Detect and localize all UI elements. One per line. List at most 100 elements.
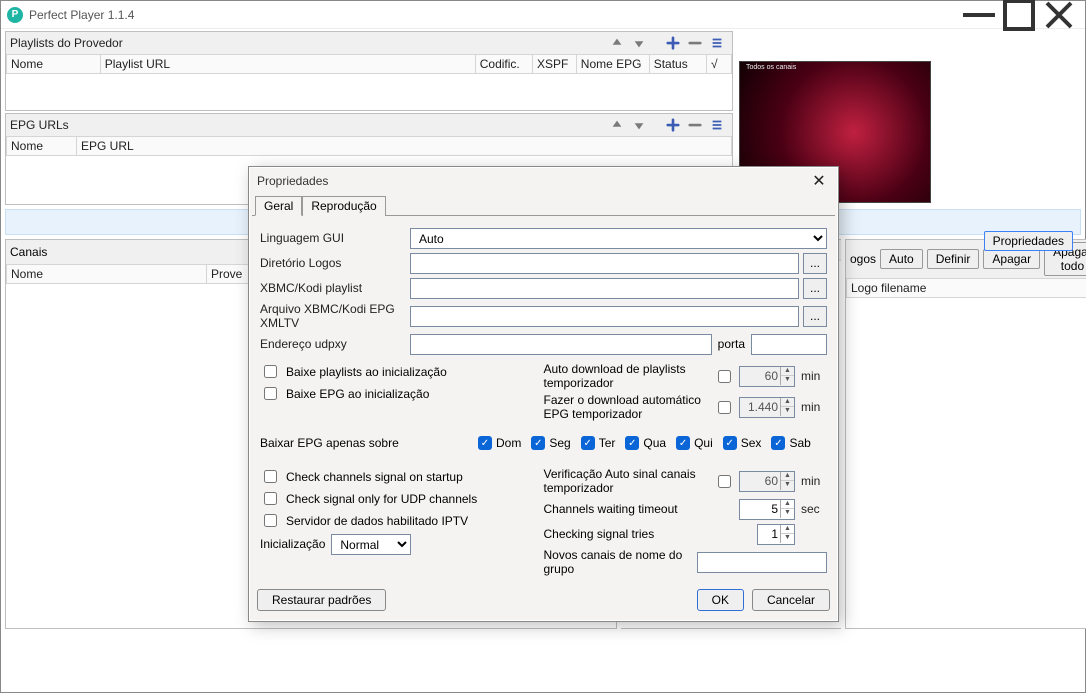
udpxy-input[interactable] — [410, 334, 712, 355]
logos-table: Logo filename — [846, 278, 1086, 298]
label-kodi-epg: Arquivo XBMC/Kodi EPG XMLTV — [260, 302, 410, 330]
tab-reproducao[interactable]: Reprodução — [302, 196, 385, 216]
label-epg-days: Baixar EPG apenas sobre — [260, 436, 478, 450]
providers-table: Nome Playlist URL Codific. XSPF Nome EPG… — [6, 54, 732, 74]
th-epg-nome[interactable]: Nome — [7, 137, 77, 156]
th-codific[interactable]: Codific. — [475, 55, 532, 74]
label-porta: porta — [718, 337, 745, 351]
auto-pl-timer-spinner[interactable]: ▲▼ — [739, 366, 795, 387]
verif-auto-spinner[interactable]: ▲▼ — [739, 471, 795, 492]
maximize-button[interactable] — [999, 1, 1039, 29]
channels-title: Canais — [10, 245, 47, 259]
label-auto-epg-timer: Fazer o download automático EPG temporiz… — [544, 393, 715, 421]
label-auto-pl-timer: Auto download de playlists temporizador — [544, 362, 715, 390]
verif-auto-checkbox[interactable] — [718, 475, 731, 488]
browse-kodi-epg-button[interactable]: ... — [803, 306, 827, 327]
add-icon[interactable] — [662, 34, 684, 52]
app-icon: P — [7, 7, 23, 23]
propriedades-button[interactable]: Propriedades — [984, 231, 1073, 251]
wait-timeout-spinner[interactable]: ▲▼ — [739, 499, 795, 520]
th-url[interactable]: Playlist URL — [100, 55, 475, 74]
baixar-epg-checkbox[interactable] — [264, 387, 277, 400]
move-up-icon[interactable] — [606, 34, 628, 52]
logos-dir-input[interactable] — [410, 253, 799, 274]
th-nome-epg[interactable]: Nome EPG — [576, 55, 649, 74]
day-qui-checkbox[interactable]: ✓ — [676, 436, 690, 450]
remove-icon[interactable] — [684, 34, 706, 52]
epg-table: Nome EPG URL — [6, 136, 732, 156]
signal-tries-spinner[interactable]: ▲▼ — [757, 524, 795, 545]
label-verif-auto: Verificação Auto sinal canais temporizad… — [544, 467, 715, 495]
label-wait-timeout: Channels waiting timeout — [544, 502, 740, 516]
label-baixar-pl: Baixe playlists ao inicialização — [286, 365, 447, 379]
move-up-icon[interactable] — [606, 116, 628, 134]
unit-min: min — [801, 400, 827, 414]
move-down-icon[interactable] — [628, 34, 650, 52]
th-chan-nome[interactable]: Nome — [7, 265, 207, 284]
label-kodi-playlist: XBMC/Kodi playlist — [260, 281, 410, 295]
day-ter-checkbox[interactable]: ✓ — [581, 436, 595, 450]
preview-overlay: Todos os canais — [746, 64, 796, 71]
th-logo-filename[interactable]: Logo filename — [847, 279, 1086, 298]
check-signal-checkbox[interactable] — [264, 470, 277, 483]
label-logos-dir: Diretório Logos — [260, 256, 410, 270]
apagar-button[interactable]: Apagar — [983, 249, 1040, 269]
providers-section: Playlists do Provedor Nome Playlist URL … — [5, 31, 733, 111]
th-nome[interactable]: Nome — [7, 55, 101, 74]
auto-button[interactable]: Auto — [880, 249, 923, 269]
browse-kodi-playlist-button[interactable]: ... — [803, 278, 827, 299]
day-sex-checkbox[interactable]: ✓ — [723, 436, 737, 450]
minimize-button[interactable] — [959, 1, 999, 29]
day-qua-checkbox[interactable]: ✓ — [625, 436, 639, 450]
auto-epg-timer-spinner[interactable]: ▲▼ — [739, 397, 795, 418]
init-select[interactable]: Normal — [331, 534, 411, 555]
restore-defaults-button[interactable]: Restaurar padrões — [257, 589, 386, 611]
label-iptv: Servidor de dados habilitado IPTV — [286, 514, 468, 528]
label-udpxy: Endereço udpxy — [260, 337, 410, 351]
ok-button[interactable]: OK — [697, 589, 744, 611]
browse-logos-button[interactable]: ... — [803, 253, 827, 274]
close-button[interactable] — [1039, 1, 1079, 29]
th-status[interactable]: Status — [649, 55, 706, 74]
label-baixar-epg: Baixe EPG ao inicialização — [286, 387, 429, 401]
auto-epg-timer-checkbox[interactable] — [718, 401, 731, 414]
label-gui-lang: Linguagem GUI — [260, 231, 410, 245]
check-udp-checkbox[interactable] — [264, 492, 277, 505]
menu-icon[interactable] — [706, 34, 728, 52]
new-group-input[interactable] — [697, 552, 827, 573]
logos-title: ogos — [850, 252, 876, 266]
porta-input[interactable] — [751, 334, 827, 355]
label-new-group: Novos canais de nome do grupo — [544, 548, 698, 576]
th-xspf[interactable]: XSPF — [533, 55, 577, 74]
label-signal-tries: Checking signal tries — [544, 527, 758, 541]
epg-title: EPG URLs — [10, 118, 606, 132]
day-dom-checkbox[interactable]: ✓ — [478, 436, 492, 450]
kodi-playlist-input[interactable] — [410, 278, 799, 299]
th-epg-url[interactable]: EPG URL — [77, 137, 732, 156]
cancel-button[interactable]: Cancelar — [752, 589, 830, 611]
day-sab-checkbox[interactable]: ✓ — [771, 436, 785, 450]
add-icon[interactable] — [662, 116, 684, 134]
iptv-checkbox[interactable] — [264, 514, 277, 527]
day-seg-checkbox[interactable]: ✓ — [531, 436, 545, 450]
definir-button[interactable]: Definir — [927, 249, 980, 269]
remove-icon[interactable] — [684, 116, 706, 134]
move-down-icon[interactable] — [628, 116, 650, 134]
titlebar: P Perfect Player 1.1.4 — [1, 1, 1085, 29]
label-init: Inicialização — [260, 537, 325, 551]
auto-pl-timer-checkbox[interactable] — [718, 370, 731, 383]
tab-geral[interactable]: Geral — [255, 196, 302, 216]
days-group: ✓Dom ✓Seg ✓Ter ✓Qua ✓Qui ✓Sex ✓Sab — [478, 436, 811, 450]
th-check[interactable]: √ — [706, 55, 731, 74]
gui-lang-select[interactable]: Auto — [410, 228, 827, 249]
dialog-title: Propriedades — [257, 174, 328, 188]
providers-title: Playlists do Provedor — [10, 36, 606, 50]
properties-dialog: Propriedades ✕ Geral Reprodução Linguage… — [248, 166, 839, 622]
kodi-epg-input[interactable] — [410, 306, 799, 327]
label-check-udp: Check signal only for UDP channels — [286, 492, 477, 506]
menu-icon[interactable] — [706, 116, 728, 134]
baixar-pl-checkbox[interactable] — [264, 365, 277, 378]
unit-min: min — [801, 369, 827, 383]
close-icon[interactable]: ✕ — [808, 171, 830, 191]
window-title: Perfect Player 1.1.4 — [29, 8, 134, 22]
